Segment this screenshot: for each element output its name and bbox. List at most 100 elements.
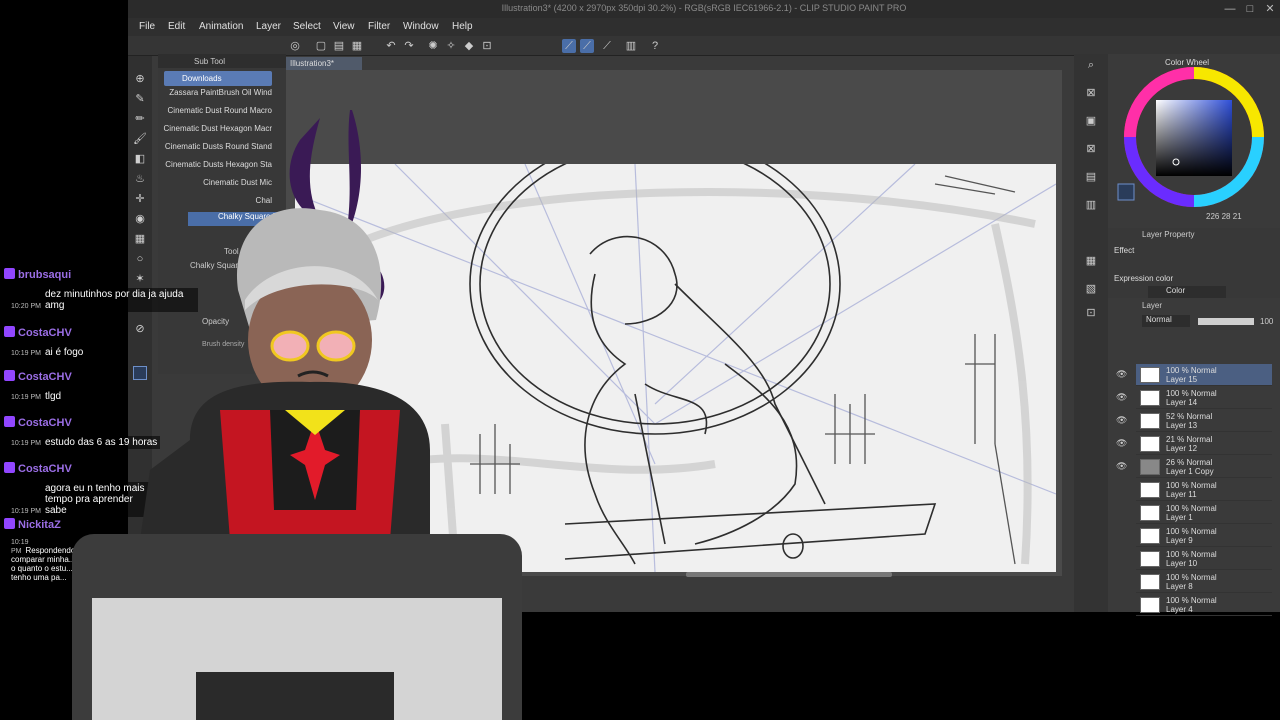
- clip-studio-icon[interactable]: ◎: [288, 39, 302, 53]
- maximize-button[interactable]: □: [1240, 2, 1260, 16]
- redo-icon[interactable]: ↷: [402, 39, 416, 53]
- color-wheel[interactable]: [1108, 54, 1280, 226]
- subtool-header: Sub Tool: [158, 54, 286, 68]
- clear-icon[interactable]: ✧: [444, 39, 458, 53]
- undo-icon[interactable]: ↶: [384, 39, 398, 53]
- fill-icon[interactable]: ◆: [462, 39, 476, 53]
- color-values: 226 28 21: [1206, 212, 1242, 221]
- layer-thumbnail: [1140, 528, 1160, 544]
- layer-mode: 52 % Normal: [1166, 412, 1213, 421]
- close-button[interactable]: ✕: [1260, 2, 1280, 16]
- snap-grid-icon[interactable]: ⟋: [600, 39, 614, 53]
- layer-row[interactable]: 👁 26 % Normal Layer 1 Copy: [1116, 456, 1272, 478]
- layer-row[interactable]: 100 % Normal Layer 8: [1136, 571, 1272, 593]
- menu-help[interactable]: Help: [452, 21, 473, 32]
- chat-username: CostaCHV: [4, 462, 72, 475]
- twitch-badge-icon: [4, 462, 15, 473]
- eye-icon[interactable]: 👁: [1116, 461, 1127, 472]
- timeline-icon[interactable]: ▦: [1084, 254, 1098, 268]
- layer-thumbnail: [1140, 390, 1160, 406]
- layer-panel-title: Layer: [1142, 301, 1163, 310]
- layer-name: Layer 1 Copy: [1166, 467, 1214, 476]
- layer-thumbnail: [1140, 597, 1160, 613]
- layer-row[interactable]: 100 % Normal Layer 10: [1136, 548, 1272, 570]
- layer-row[interactable]: 100 % Normal Layer 1: [1136, 502, 1272, 524]
- menu-edit[interactable]: Edit: [168, 21, 185, 32]
- chat-username: brubsaqui: [4, 268, 71, 281]
- layer-row[interactable]: 100 % Normal Layer 9: [1136, 525, 1272, 547]
- layer-row[interactable]: 100 % Normal Layer 11: [1136, 479, 1272, 501]
- layer-name: Layer 13: [1166, 421, 1198, 430]
- layer-row[interactable]: 👁 100 % Normal Layer 14: [1116, 387, 1272, 409]
- pen-tool-icon[interactable]: ✎: [133, 92, 147, 106]
- layer-opacity-slider[interactable]: [1198, 318, 1254, 325]
- effect-label: Effect: [1114, 246, 1135, 255]
- twitch-badge-icon: [4, 416, 15, 427]
- horizontal-scrollbar[interactable]: [686, 572, 892, 577]
- canvas-tab[interactable]: Illustration3*: [286, 57, 362, 70]
- eye-icon[interactable]: 👁: [1116, 392, 1127, 403]
- layer-opacity-value: 100: [1260, 317, 1274, 326]
- blend-mode-select[interactable]: Normal: [1142, 315, 1190, 327]
- title-bar: Illustration3* (4200 x 2970px 350dpi 30.…: [128, 0, 1280, 18]
- layer-mode: 100 % Normal: [1166, 504, 1217, 513]
- canvas-tab-label: Illustration3*: [290, 59, 335, 68]
- new-file-icon[interactable]: ▢: [314, 39, 328, 53]
- eye-icon[interactable]: 👁: [1116, 415, 1127, 426]
- layer-thumbnail: [1140, 482, 1160, 498]
- document-icon[interactable]: ▥: [624, 39, 638, 53]
- menu-view[interactable]: View: [333, 21, 355, 32]
- snap-special-ruler-icon[interactable]: ⟋: [580, 39, 594, 53]
- layer-row[interactable]: 👁 100 % Normal Layer 15: [1116, 364, 1272, 386]
- vtuber-avatar: [140, 110, 430, 540]
- downloads-group-tab[interactable]: Downloads: [164, 71, 272, 86]
- menu-layer[interactable]: Layer: [256, 21, 281, 32]
- snap-ruler-icon[interactable]: ⟋: [562, 39, 576, 53]
- chat-username: CostaCHV: [4, 326, 72, 339]
- layer-row[interactable]: 100 % Normal Layer 4: [1136, 594, 1272, 616]
- eye-icon[interactable]: 👁: [1116, 438, 1127, 449]
- material-icon[interactable]: ⊠: [1084, 142, 1098, 156]
- settings-icon[interactable]: ✺: [426, 39, 440, 53]
- search-icon[interactable]: ⌕: [1084, 58, 1098, 72]
- layer-mode: 26 % Normal: [1166, 458, 1213, 467]
- history-icon[interactable]: ▧: [1084, 282, 1098, 296]
- brush-item[interactable]: Zassara PaintBrush Oil Wind: [169, 88, 272, 97]
- expression-color-select[interactable]: Color: [1148, 286, 1226, 298]
- layer-row[interactable]: 👁 52 % Normal Layer 13: [1116, 410, 1272, 432]
- auto-action-icon[interactable]: ⊡: [1084, 306, 1098, 320]
- menu-animation[interactable]: Animation: [199, 21, 243, 32]
- layer-mode: 100 % Normal: [1166, 573, 1217, 582]
- chat-message: 10:19 PM tlgd: [8, 390, 65, 403]
- minimize-button[interactable]: —: [1220, 2, 1240, 16]
- zoom-tool-icon[interactable]: ⊕: [133, 72, 147, 86]
- layer-name: Layer 15: [1166, 375, 1198, 384]
- open-file-icon[interactable]: ▤: [332, 39, 346, 53]
- help-icon[interactable]: ?: [648, 39, 662, 53]
- menu-filter[interactable]: Filter: [368, 21, 390, 32]
- subtool-title: Sub Tool: [194, 57, 225, 66]
- window-title: Illustration3* (4200 x 2970px 350dpi 30.…: [501, 3, 907, 13]
- layer-row[interactable]: 👁 21 % Normal Layer 12: [1116, 433, 1272, 455]
- twitch-badge-icon: [4, 370, 15, 381]
- item-bank-icon[interactable]: ▤: [1084, 170, 1098, 184]
- layer-search-icon[interactable]: ▥: [1084, 198, 1098, 212]
- transform-icon[interactable]: ⊡: [480, 39, 494, 53]
- expression-color-label: Expression color: [1114, 274, 1174, 283]
- sub-view-icon[interactable]: ▣: [1084, 114, 1098, 128]
- layer-thumbnail: [1140, 367, 1160, 383]
- chat-message: 10:19 PM ai é fogo: [8, 346, 87, 359]
- layer-panel: Layer Normal 100 👁 100 % Normal Layer 15…: [1108, 298, 1280, 616]
- save-icon[interactable]: ▦: [350, 39, 364, 53]
- layer-name: Layer 9: [1166, 536, 1193, 545]
- color-wheel-panel: Color Wheel 226 28 21: [1108, 54, 1280, 226]
- menu-bar: File Edit Animation Layer Select View Fi…: [128, 18, 1280, 36]
- navigator-icon[interactable]: ⊠: [1084, 86, 1098, 100]
- menu-window[interactable]: Window: [403, 21, 439, 32]
- menu-file[interactable]: File: [139, 21, 155, 32]
- menu-select[interactable]: Select: [293, 21, 321, 32]
- eye-icon[interactable]: 👁: [1116, 369, 1127, 380]
- layer-thumbnail: [1140, 436, 1160, 452]
- chat-message: 10:19 PM Respondendo... comparar minha...…: [8, 536, 80, 583]
- layer-mode: 21 % Normal: [1166, 435, 1213, 444]
